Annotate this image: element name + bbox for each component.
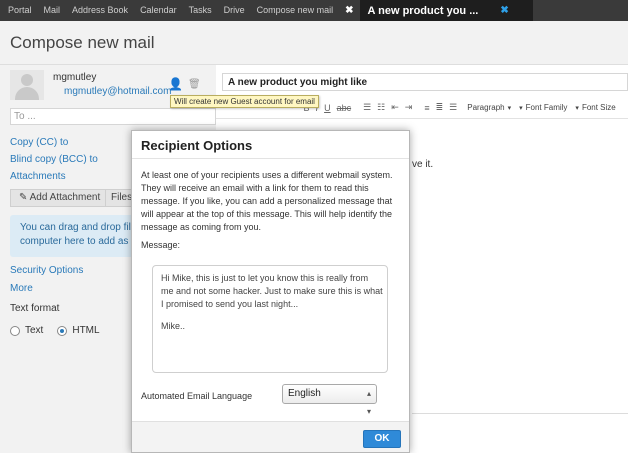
trash-icon[interactable]: 🗑 (188, 79, 201, 90)
cc-link[interactable]: Copy (CC) to (10, 137, 68, 148)
font-family-dropdown[interactable]: ▾ Font Family (519, 103, 567, 112)
page-title: Compose new mail (10, 33, 155, 52)
chevron-down-icon: ▾ (575, 105, 579, 112)
security-options-link[interactable]: Security Options (10, 265, 83, 276)
paperclip-icon: ✎ (19, 192, 28, 203)
personal-message-body: Hi Mike, this is just to let you know th… (161, 273, 383, 309)
to-field[interactable] (10, 108, 216, 125)
sender-email[interactable]: mgmutley@hotmail.com (64, 86, 171, 97)
tab-compose-new-mail[interactable]: Compose new mail (251, 0, 340, 21)
avatar (10, 70, 44, 100)
recipient-options-dialog: Recipient Options At least one of your r… (131, 130, 410, 453)
nav-address-book[interactable]: Address Book (66, 0, 134, 21)
nav-portal[interactable]: Portal (0, 0, 38, 21)
nav-mail[interactable]: Mail (38, 0, 67, 21)
more-link[interactable]: More (10, 283, 33, 294)
personal-message-signoff: Mike.. (161, 321, 186, 331)
font-family-label: Font Family (525, 103, 568, 112)
avatar-body (15, 87, 39, 100)
font-size-label: Font Size (581, 103, 616, 112)
nav-calendar[interactable]: Calendar (134, 0, 183, 21)
guest-account-tooltip: Will create new Guest account for email (170, 95, 319, 108)
text-format-label: Text format (10, 303, 60, 314)
align-right-icon[interactable]: ☰ (449, 102, 457, 113)
select-arrows-icon: ▴ ▾ (366, 389, 371, 416)
top-navigation-bar: Portal Mail Address Book Calendar Tasks … (0, 0, 628, 21)
bcc-link[interactable]: Blind copy (BCC) to (10, 154, 98, 165)
nav-drive[interactable]: Drive (218, 0, 251, 21)
paragraph-dropdown[interactable]: Paragraph ▾ (467, 103, 511, 112)
language-select[interactable]: English ▴ ▾ (282, 384, 377, 416)
editor-divider (412, 413, 628, 414)
compose-header: Compose new mail (0, 21, 628, 65)
radio-text[interactable] (10, 325, 20, 336)
language-value: English (288, 388, 321, 399)
add-attachment-button[interactable]: ✎ Add Attachment (10, 189, 106, 207)
ok-button[interactable]: OK (363, 430, 401, 448)
dialog-footer: OK (132, 421, 409, 452)
subject-field[interactable] (222, 73, 628, 91)
outdent-icon[interactable]: ⇤ (391, 102, 399, 113)
radio-html[interactable] (57, 325, 68, 336)
avatar-head (21, 74, 33, 86)
dialog-header: Recipient Options (132, 131, 409, 159)
attachments-link[interactable]: Attachments (10, 171, 66, 182)
strikethrough-icon[interactable]: abc (337, 103, 352, 113)
nav-tasks[interactable]: Tasks (183, 0, 218, 21)
tab-active-label: A new product you ... (367, 4, 479, 17)
language-label: Automated Email Language (141, 391, 253, 401)
chevron-down-icon: ▾ (507, 105, 512, 112)
close-active-tab-icon[interactable]: ✖ (500, 5, 508, 16)
bullet-list-icon[interactable]: ☰ (363, 102, 371, 113)
indent-icon[interactable]: ⇥ (405, 102, 413, 113)
paragraph-label: Paragraph (467, 103, 505, 112)
numbered-list-icon[interactable]: ☷ (377, 102, 385, 113)
radio-text-label: Text (25, 325, 44, 336)
dialog-title: Recipient Options (141, 138, 253, 153)
add-attachment-label: Add Attachment (29, 192, 101, 203)
personal-message-textarea[interactable]: Hi Mike, this is just to let you know th… (152, 265, 388, 373)
close-tab-icon[interactable]: ✖ (339, 5, 359, 16)
sender-name: mgmutley (53, 72, 97, 83)
dialog-intro-text: At least one of your recipients uses a d… (141, 170, 393, 232)
radio-html-label: HTML (72, 325, 100, 336)
message-label: Message: (141, 240, 181, 250)
format-radio-group: Text HTML (10, 325, 114, 336)
underline-icon[interactable]: U (324, 103, 331, 113)
chevron-down-icon: ▾ (519, 105, 523, 112)
font-size-dropdown[interactable]: ▾ Font Size (575, 103, 615, 112)
align-center-icon[interactable]: ≣ (436, 102, 444, 113)
tab-active-draft[interactable]: A new product you ... ✖ (359, 0, 533, 21)
editor-body-text[interactable]: ve it. (412, 159, 433, 170)
align-left-icon[interactable]: ≡ (424, 103, 429, 113)
guest-account-icon[interactable]: 👤 (168, 77, 183, 91)
